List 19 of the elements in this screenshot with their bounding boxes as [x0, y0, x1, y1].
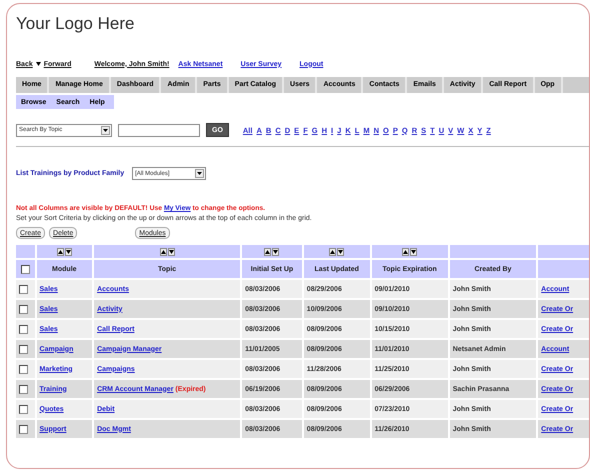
sort-arrows-icon[interactable] [160, 248, 175, 256]
sort-arrows-icon[interactable] [264, 248, 280, 256]
select-all-checkbox[interactable] [20, 264, 30, 274]
row-checkbox[interactable] [19, 384, 28, 394]
row-checkbox[interactable] [19, 304, 28, 314]
row-checkbox[interactable] [19, 424, 28, 434]
sort-arrows-icon[interactable] [329, 248, 344, 256]
row-checkbox[interactable] [19, 364, 28, 374]
dropdown-icon [36, 62, 41, 66]
sort-arrows-icon[interactable] [402, 248, 418, 256]
sort-arrows-icon[interactable] [56, 248, 72, 256]
row-checkbox[interactable] [19, 284, 28, 294]
row-checkbox[interactable] [19, 344, 28, 354]
search-field[interactable] [118, 124, 200, 136]
dropdown-arrow-icon[interactable] [101, 126, 110, 134]
row-checkbox[interactable] [19, 404, 28, 414]
row-checkbox[interactable] [19, 324, 28, 334]
dropdown-arrow-icon[interactable] [195, 169, 204, 178]
logo-text: Your Logo Here [16, 14, 136, 35]
